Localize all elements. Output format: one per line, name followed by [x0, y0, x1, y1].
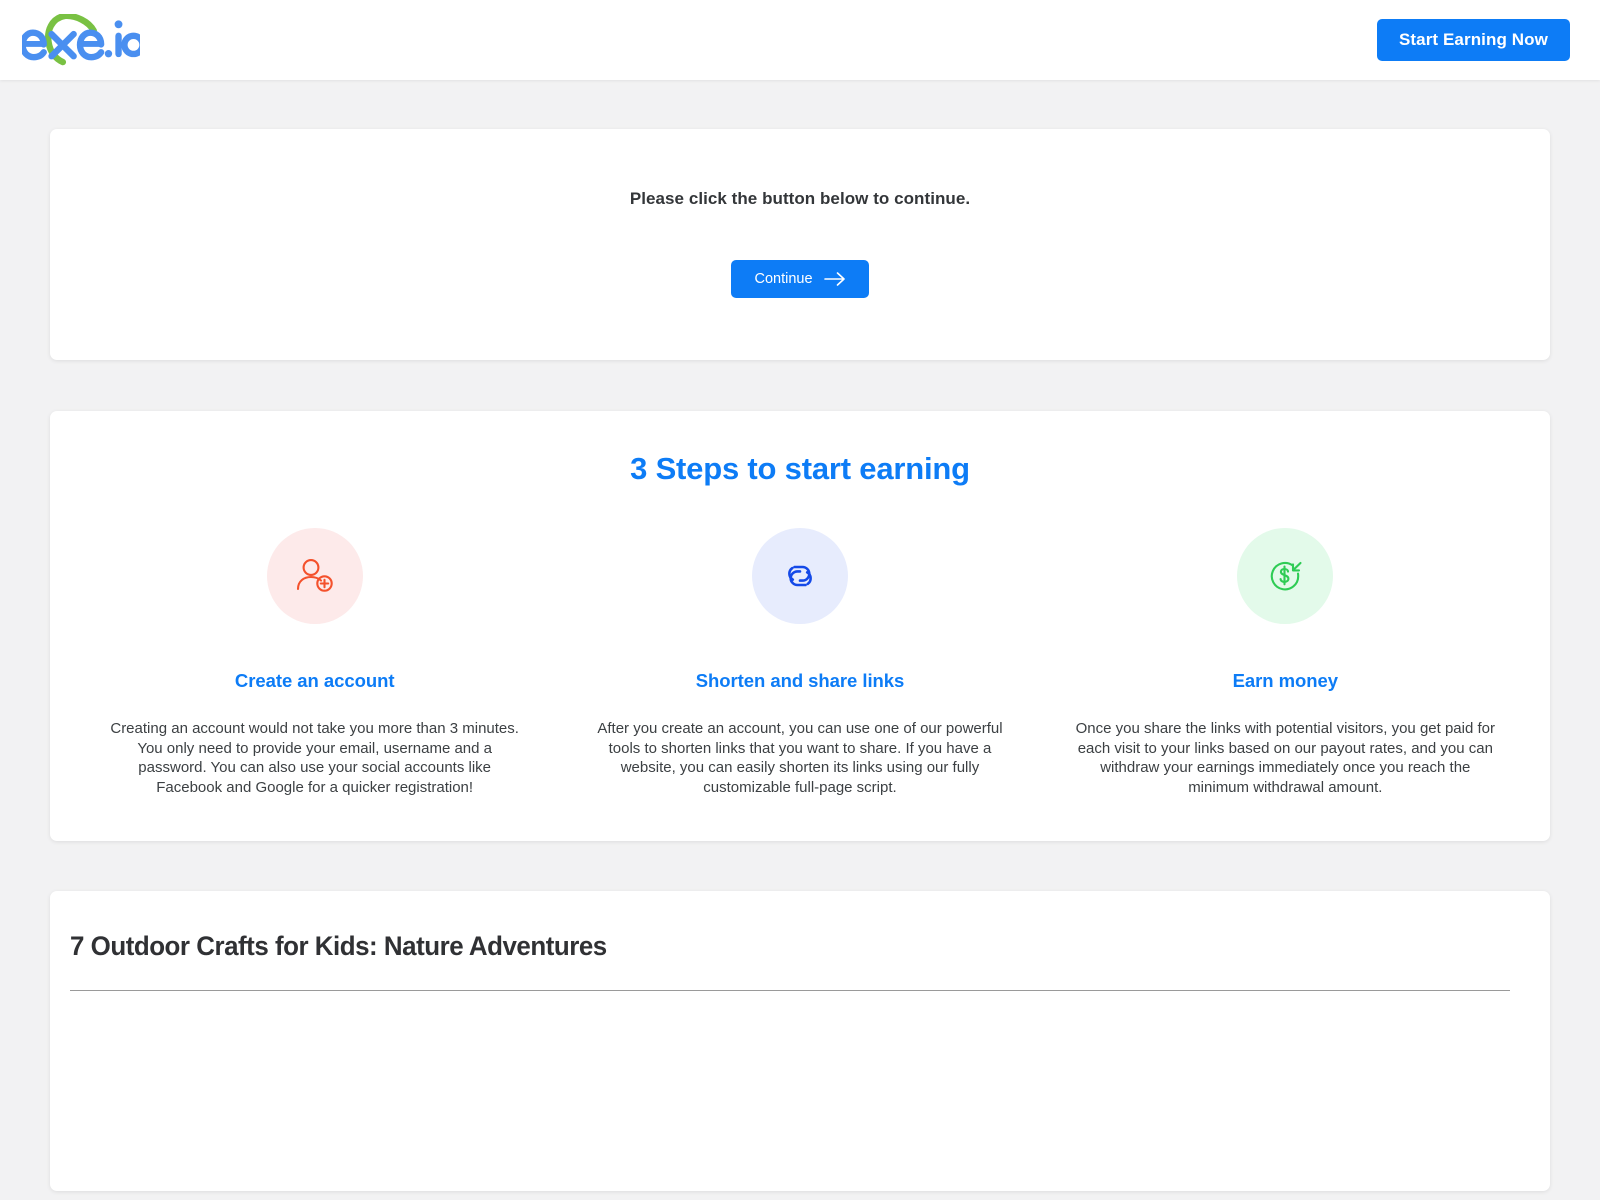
continue-card: Please click the button below to continu… — [50, 129, 1550, 360]
step-icon-wrapper-3 — [1237, 528, 1334, 624]
article-divider — [70, 990, 1510, 991]
arrow-right-icon — [823, 272, 845, 286]
step-icon-wrapper-2 — [751, 528, 848, 624]
steps-card: 3 Steps to start earning Create an accou… — [50, 411, 1550, 841]
article-title: 7 Outdoor Crafts for Kids: Nature Advent… — [70, 931, 607, 961]
step-title-2: Shorten and share links — [695, 670, 905, 691]
link-chain-icon — [788, 565, 812, 587]
start-earning-now-button[interactable]: Start Earning Now — [1376, 19, 1570, 61]
continue-message: Please click the button below to continu… — [629, 189, 971, 208]
step-title-1: Create an account — [234, 670, 395, 691]
step-earn-money: Earn money Once you share the links with… — [1043, 528, 1528, 797]
continue-button-row: Continue — [50, 260, 1550, 298]
step-text-3: Once you share the links with potential … — [1075, 720, 1495, 796]
step-text-1: Creating an account would not take you m… — [110, 720, 519, 796]
continue-button-label: Continue — [754, 271, 813, 287]
step-icon-wrapper-1 — [266, 528, 363, 624]
page-content: Please click the button below to continu… — [0, 80, 1600, 1191]
dollar-arrow-in-icon — [1271, 561, 1302, 591]
steps-row: Create an account Creating an account wo… — [72, 528, 1528, 797]
step-text-2: After you create an account, you can use… — [597, 720, 1003, 796]
site-header: Start Earning Now — [0, 0, 1600, 80]
steps-heading: 3 Steps to start earning — [630, 451, 970, 486]
continue-button[interactable]: Continue — [731, 260, 869, 298]
user-plus-icon — [296, 559, 333, 592]
step-shorten-share: Shorten and share links After you create… — [557, 528, 1042, 797]
step-title-3: Earn money — [1232, 670, 1339, 691]
step-create-account: Create an account Creating an account wo… — [72, 528, 557, 797]
logo-link[interactable] — [22, 14, 140, 66]
article-card: 7 Outdoor Crafts for Kids: Nature Advent… — [50, 891, 1550, 1191]
exe-io-logo — [22, 14, 140, 66]
